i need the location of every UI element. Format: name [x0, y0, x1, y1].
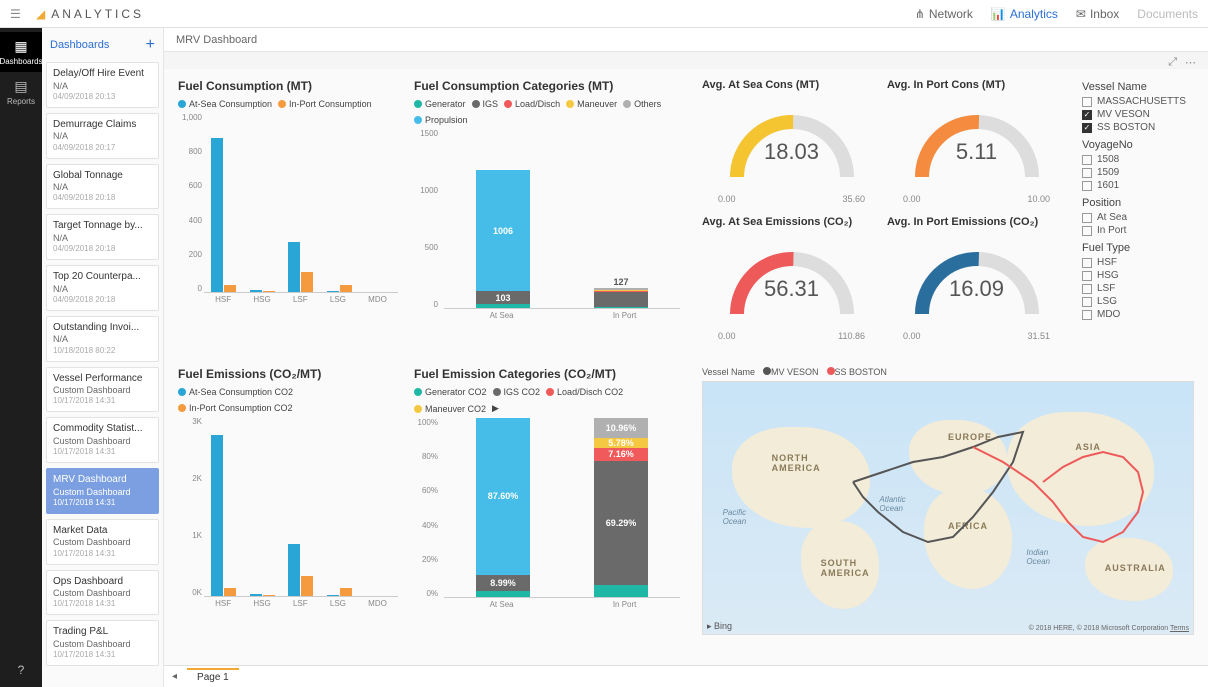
dashboard-card[interactable]: Ops DashboardCustom Dashboard10/17/2018 … — [46, 570, 159, 616]
filter-checkbox[interactable]: In Port — [1082, 225, 1194, 236]
bar[interactable] — [211, 138, 223, 292]
filters-panel: Vessel Name MASSACHUSETTS ✓MV VESON ✓SS BOS… — [1078, 73, 1198, 353]
filter-checkbox[interactable]: MASSACHUSETTS — [1082, 96, 1194, 107]
bar[interactable] — [327, 595, 339, 596]
dashboard-card[interactable]: Demurrage ClaimsN/A04/09/2018 20:17 — [46, 113, 159, 159]
nav-documents[interactable]: Documents — [1137, 7, 1198, 21]
rail-dashboards[interactable]: ▦ Dashboards — [0, 32, 42, 72]
expand-icon[interactable]: ⤢ — [1168, 56, 1177, 69]
bar[interactable] — [340, 588, 352, 596]
sidebar-title: Dashboards — [50, 39, 109, 51]
gauge-in-port-emis: Avg. In Port Emissions (CO₂) 16.09 0.00 … — [887, 216, 1066, 347]
tab-prev-icon[interactable]: ◂ — [172, 671, 177, 682]
bar[interactable] — [224, 285, 236, 292]
filter-heading: VoyageNo — [1082, 139, 1194, 151]
reports-icon: ▤ — [14, 78, 27, 95]
map-panel: Vessel Name MV VESON SS BOSTON NORTHAMER… — [698, 361, 1198, 641]
gauge-in-port-cons: Avg. In Port Cons (MT) 5.11 0.00 10.00 — [887, 79, 1066, 210]
logo-icon: ◢ — [36, 7, 45, 21]
gauges-panel: Avg. At Sea Cons (MT) 18.03 0.00 35.60 A… — [698, 73, 1070, 353]
filter-checkbox[interactable]: At Sea — [1082, 212, 1194, 223]
bar[interactable] — [288, 544, 300, 597]
bar[interactable] — [301, 576, 313, 596]
bar[interactable] — [340, 285, 352, 292]
chart-fuel-consumption-categories: Fuel Consumption Categories (MT) Generat… — [410, 73, 690, 353]
nav-inbox[interactable]: ✉Inbox — [1076, 7, 1119, 21]
dashboard-card[interactable]: Vessel PerformanceCustom Dashboard10/17/… — [46, 367, 159, 413]
help-icon[interactable]: ? — [18, 663, 25, 677]
filter-checkbox[interactable]: LSG — [1082, 296, 1194, 307]
analytics-icon: 📊 — [991, 7, 1006, 21]
filter-checkbox[interactable]: ✓MV VESON — [1082, 109, 1194, 120]
bar[interactable] — [327, 291, 339, 292]
add-dashboard-button[interactable]: + — [146, 36, 155, 54]
network-icon: ⋔ — [915, 7, 925, 21]
dashboard-card[interactable]: Global TonnageN/A04/09/2018 20:18 — [46, 164, 159, 210]
world-map[interactable]: NORTHAMERICA SOUTHAMERICA EUROPE AFRICA … — [702, 381, 1194, 635]
dashboard-card[interactable]: Delay/Off Hire EventN/A04/09/2018 20:13 — [46, 62, 159, 108]
dashboard-card[interactable]: Top 20 Counterpa...N/A04/09/2018 20:18 — [46, 265, 159, 311]
bar[interactable] — [250, 290, 262, 292]
menu-icon[interactable]: ☰ — [10, 7, 28, 21]
bar[interactable] — [301, 272, 313, 292]
filter-checkbox[interactable]: 1509 — [1082, 167, 1194, 178]
rail-reports[interactable]: ▤ Reports — [0, 72, 42, 112]
dashboard-card[interactable]: Outstanding Invoi...N/A10/18/2018 80:22 — [46, 316, 159, 362]
bar[interactable] — [224, 588, 236, 596]
nav-network[interactable]: ⋔Network — [915, 7, 973, 21]
chart-fuel-emission-categories: Fuel Emission Categories (CO₂/MT) Genera… — [410, 361, 690, 641]
bar[interactable] — [263, 291, 275, 292]
chart-fuel-consumption: Fuel Consumption (MT) At-Sea Consumption… — [174, 73, 402, 353]
bar[interactable] — [288, 242, 300, 292]
filter-checkbox[interactable]: LSF — [1082, 283, 1194, 294]
bar[interactable] — [250, 594, 262, 596]
filter-checkbox[interactable]: 1508 — [1082, 154, 1194, 165]
dashboards-icon: ▦ — [14, 38, 27, 55]
page-tab[interactable]: Page 1 — [187, 668, 239, 685]
filter-checkbox[interactable]: ✓SS BOSTON — [1082, 122, 1194, 133]
map-provider: ▸ Bing — [707, 621, 732, 632]
filter-checkbox[interactable]: MDO — [1082, 309, 1194, 320]
dashboard-card[interactable]: Commodity Statist...Custom Dashboard10/1… — [46, 417, 159, 463]
filter-heading: Vessel Name — [1082, 81, 1194, 93]
map-terms-link[interactable]: Terms — [1170, 625, 1189, 632]
bar[interactable] — [211, 435, 223, 596]
filter-checkbox[interactable]: HSF — [1082, 257, 1194, 268]
more-icon[interactable]: ⋯ — [1185, 56, 1196, 69]
gauge-at-sea-cons: Avg. At Sea Cons (MT) 18.03 0.00 35.60 — [702, 79, 881, 210]
filter-checkbox[interactable]: 1601 — [1082, 180, 1194, 191]
brand-title: ANALYTICS — [51, 7, 144, 21]
bar[interactable] — [263, 595, 275, 596]
nav-analytics[interactable]: 📊Analytics — [991, 7, 1058, 21]
legend-scroll-icon[interactable]: ▶ — [492, 403, 499, 414]
gauge-at-sea-emis: Avg. At Sea Emissions (CO₂) 56.31 0.00 1… — [702, 216, 881, 347]
filter-heading: Position — [1082, 197, 1194, 209]
dashboard-card[interactable]: Trading P&LCustom Dashboard10/17/2018 14… — [46, 620, 159, 666]
dashboard-card[interactable]: Target Tonnage by...N/A04/09/2018 20:18 — [46, 214, 159, 260]
dashboard-card[interactable]: Market DataCustom Dashboard10/17/2018 14… — [46, 519, 159, 565]
dashboard-card[interactable]: MRV DashboardCustom Dashboard10/17/2018 … — [46, 468, 159, 514]
inbox-icon: ✉ — [1076, 7, 1086, 21]
breadcrumb: MRV Dashboard — [176, 34, 257, 46]
filter-checkbox[interactable]: HSG — [1082, 270, 1194, 281]
chart-fuel-emissions: Fuel Emissions (CO₂/MT) At-Sea Consumpti… — [174, 361, 402, 641]
filter-heading: Fuel Type — [1082, 242, 1194, 254]
